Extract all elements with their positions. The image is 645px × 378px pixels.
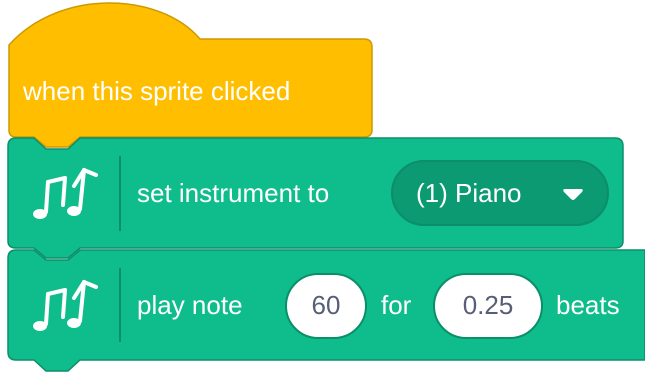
set-instrument-label: set instrument to [137,178,329,208]
play-note-block[interactable]: play note 60 for 0.25 beats [7,249,645,372]
when-sprite-clicked-block[interactable]: when this sprite clicked [8,2,373,148]
beats-input[interactable]: 0.25 [433,273,543,339]
set-instrument-block[interactable]: set instrument to (1) Piano [7,137,624,259]
beats-input-value: 0.25 [463,290,514,320]
beats-label: beats [556,290,620,320]
play-note-label: play note [137,290,243,320]
for-label: for [381,290,412,320]
hat-block-label: when this sprite clicked [22,76,290,106]
instrument-dropdown[interactable]: (1) Piano [391,160,609,226]
instrument-dropdown-value: (1) Piano [416,178,522,208]
note-input[interactable]: 60 [285,273,367,339]
note-input-value: 60 [312,290,341,320]
hat-block-body [8,2,373,148]
